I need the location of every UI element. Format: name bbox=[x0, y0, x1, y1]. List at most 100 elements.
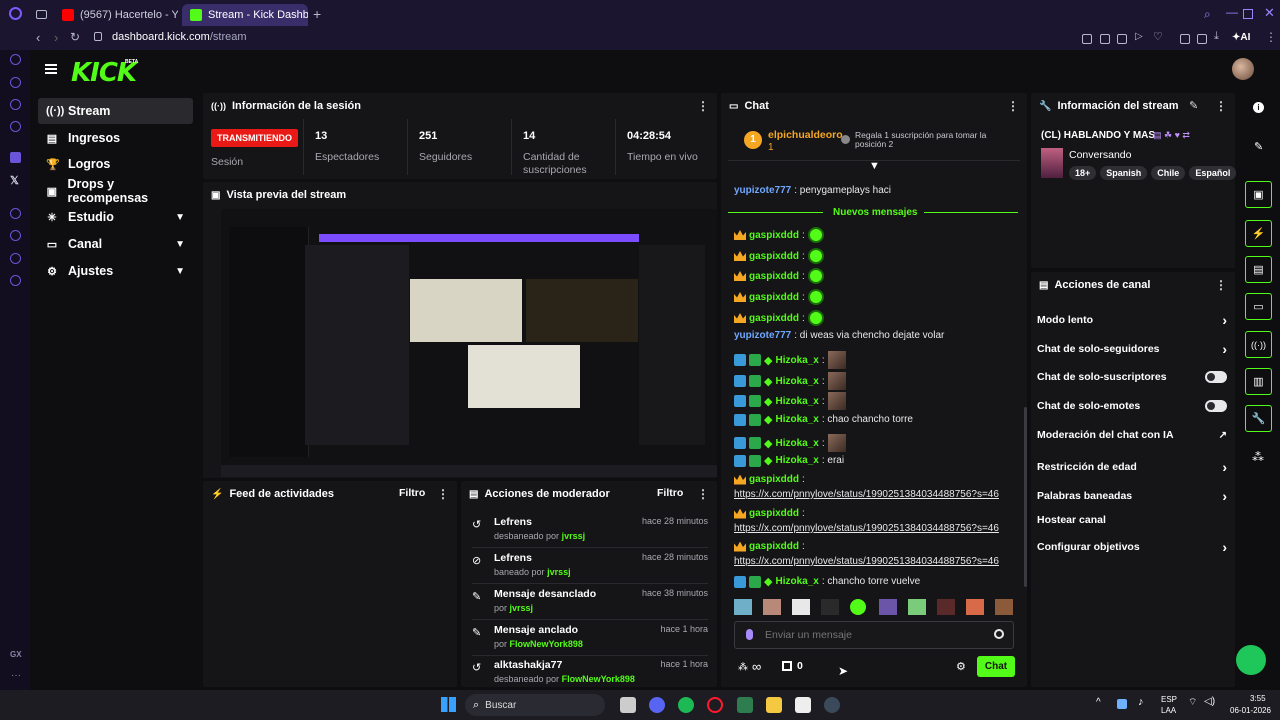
user-avatar[interactable] bbox=[1232, 58, 1254, 80]
snapshot-icon[interactable] bbox=[1100, 34, 1110, 44]
language-indicator-2[interactable]: LAA bbox=[1161, 706, 1176, 715]
chat-username[interactable]: gaspixddd bbox=[749, 271, 799, 282]
gx-icon[interactable]: GX bbox=[10, 650, 22, 659]
bookmark-icon[interactable] bbox=[1082, 34, 1092, 44]
messenger-icon[interactable] bbox=[10, 77, 21, 88]
emote-1[interactable] bbox=[734, 599, 752, 615]
stream-tag[interactable]: 18+ bbox=[1069, 166, 1097, 180]
moderation-entry-title[interactable]: Lefrens bbox=[494, 552, 532, 564]
clock-date[interactable]: 06-01-2026 bbox=[1230, 706, 1271, 715]
player-icon[interactable] bbox=[10, 208, 21, 219]
chat-scrollbar[interactable] bbox=[1024, 407, 1027, 587]
channel-action-configurar-objetivos[interactable]: Configurar objetivos › bbox=[1037, 539, 1227, 555]
store-icon[interactable] bbox=[782, 661, 792, 671]
channel-action-restricción-de-edad[interactable]: Restricción de edad › bbox=[1037, 459, 1227, 475]
tab-youtube[interactable]: (9567) Hacertelo - YouTube bbox=[54, 4, 178, 26]
opera-logo-icon[interactable] bbox=[9, 7, 22, 20]
chat-username[interactable]: gaspixddd bbox=[749, 474, 799, 485]
wrench-tool-icon[interactable]: 🔧 bbox=[1245, 405, 1272, 432]
activity-menu-icon[interactable]: ⋮ bbox=[437, 487, 449, 501]
pinned-toggle-icon[interactable]: ▼ bbox=[869, 160, 880, 172]
server-tool-icon[interactable]: ▥ bbox=[1245, 368, 1272, 395]
session-menu-icon[interactable]: ⋮ bbox=[697, 99, 709, 113]
edit-pencil-icon[interactable]: ✎ bbox=[1189, 99, 1198, 112]
hamburger-menu-icon[interactable] bbox=[45, 64, 57, 74]
chat-settings-icon[interactable]: ⚙ bbox=[956, 660, 966, 673]
sidebar-item-ingresos[interactable]: ▤ Ingresos bbox=[38, 125, 193, 151]
emote-8[interactable] bbox=[937, 599, 955, 615]
screen-capture-icon[interactable]: ▣ bbox=[1245, 181, 1272, 208]
chat-tool-icon[interactable]: ▭ bbox=[1245, 293, 1272, 320]
chat-username[interactable]: Hizoka_x bbox=[775, 576, 818, 587]
moderation-entry-user[interactable]: jvrssj bbox=[547, 567, 571, 577]
sidebar-item-drops-y-recompensas[interactable]: ▣ Drops y recompensas bbox=[38, 177, 193, 205]
sidebar-item-ajustes[interactable]: ⚙ Ajustes ▼ bbox=[38, 258, 193, 284]
extensions-sidebar-icon[interactable] bbox=[10, 253, 21, 264]
chat-send-button[interactable]: Chat bbox=[977, 656, 1015, 677]
emote-7[interactable] bbox=[908, 599, 926, 615]
chat-username[interactable]: gaspixddd bbox=[749, 230, 799, 241]
history-icon[interactable] bbox=[10, 230, 21, 241]
tray-chevron-icon[interactable]: ^ bbox=[1096, 697, 1101, 708]
channel-action-moderación-del-chat-con-ia[interactable]: Moderación del chat con IA ↗ bbox=[1037, 429, 1227, 441]
info-icon[interactable]: i bbox=[1253, 102, 1264, 113]
emote-5[interactable] bbox=[850, 599, 866, 615]
chat-username[interactable]: gaspixddd bbox=[749, 313, 799, 324]
sidebar-item-stream[interactable]: ((·)) Stream bbox=[38, 98, 193, 124]
vpn-icon[interactable] bbox=[1117, 34, 1127, 44]
chat-link[interactable]: https://x.com/pnnylove/status/1990251384… bbox=[734, 556, 999, 567]
channel-action-chat-de-solo-suscriptores[interactable]: Chat de solo-suscriptores bbox=[1037, 371, 1227, 383]
chat-username[interactable]: Hizoka_x bbox=[775, 376, 818, 387]
tray-mic-icon[interactable]: ♪ bbox=[1138, 696, 1144, 708]
chat-username[interactable]: Hizoka_x bbox=[775, 396, 818, 407]
back-icon[interactable]: ‹ bbox=[36, 30, 40, 45]
emote-3[interactable] bbox=[792, 599, 810, 615]
channel-action-hostear-canal[interactable]: Hostear canal bbox=[1037, 514, 1227, 526]
stream-info-menu-icon[interactable]: ⋮ bbox=[1215, 99, 1227, 113]
moderation-entry-user[interactable]: FlowNewYork898 bbox=[562, 674, 635, 684]
moderation-entry-title[interactable]: Mensaje desanclado bbox=[494, 588, 596, 600]
mail-icon[interactable] bbox=[10, 121, 21, 132]
browser-menu-icon[interactable]: ⋮ bbox=[1265, 30, 1277, 44]
emote-2[interactable] bbox=[763, 599, 781, 615]
tab-overview-icon[interactable] bbox=[36, 10, 47, 19]
category-name[interactable]: Conversando bbox=[1069, 149, 1131, 161]
more-sidebar-icon[interactable]: ··· bbox=[11, 670, 21, 681]
chat-username[interactable]: Hizoka_x bbox=[775, 355, 818, 366]
moderation-entry-title[interactable]: alktashakja77 bbox=[494, 659, 562, 671]
tab-kick-dashboard[interactable]: Stream - Kick Dashboard bbox=[182, 4, 308, 26]
chat-username[interactable]: Hizoka_x bbox=[775, 438, 818, 449]
chat-username[interactable]: yupizote777 bbox=[734, 185, 791, 196]
reload-icon[interactable]: ↻ bbox=[70, 30, 80, 44]
notes-icon[interactable]: ▤ bbox=[1245, 256, 1272, 283]
aria-ai-button[interactable]: ✦AI bbox=[1232, 32, 1250, 43]
search-tabs-icon[interactable]: ⌕ bbox=[1204, 7, 1211, 22]
chat-username[interactable]: yupizote777 bbox=[734, 330, 791, 341]
moderation-entry-title[interactable]: Mensaje anclado bbox=[494, 624, 578, 636]
stream-preview-video[interactable] bbox=[221, 209, 717, 477]
x-icon[interactable]: 𝕏 bbox=[10, 174, 19, 187]
top-gifter-name[interactable]: elpichualdeoro bbox=[768, 129, 843, 141]
channel-action-palabras-baneadas[interactable]: Palabras baneadas › bbox=[1037, 488, 1227, 504]
minimize-button[interactable]: — bbox=[1226, 5, 1238, 19]
points-icon[interactable]: ⁂ bbox=[738, 662, 748, 673]
windows-start-icon[interactable] bbox=[441, 697, 456, 712]
category-thumbnail[interactable] bbox=[1041, 148, 1063, 178]
microphone-icon[interactable] bbox=[746, 629, 753, 640]
emoji-picker-icon[interactable] bbox=[994, 629, 1004, 639]
chat-menu-icon[interactable]: ⋮ bbox=[1007, 99, 1019, 113]
wifi-icon[interactable]: ⌔ bbox=[1188, 696, 1197, 709]
toggle-switch[interactable] bbox=[1205, 400, 1227, 412]
moderation-entry-user[interactable]: jvrssj bbox=[510, 603, 534, 613]
moderation-entry-user[interactable]: jvrssj bbox=[562, 531, 586, 541]
support-headset-icon[interactable] bbox=[1236, 645, 1266, 675]
chat-username[interactable]: gaspixddd bbox=[749, 292, 799, 303]
emote-6[interactable] bbox=[879, 599, 897, 615]
toggle-switch[interactable] bbox=[1205, 371, 1227, 383]
chat-username[interactable]: gaspixddd bbox=[749, 541, 799, 552]
moderation-filter-button[interactable]: Filtro bbox=[657, 487, 683, 499]
emote-9[interactable] bbox=[966, 599, 984, 615]
heart-icon[interactable]: ♡ bbox=[1153, 30, 1163, 43]
forward-icon[interactable]: › bbox=[54, 30, 58, 45]
channel-actions-menu-icon[interactable]: ⋮ bbox=[1215, 278, 1227, 292]
